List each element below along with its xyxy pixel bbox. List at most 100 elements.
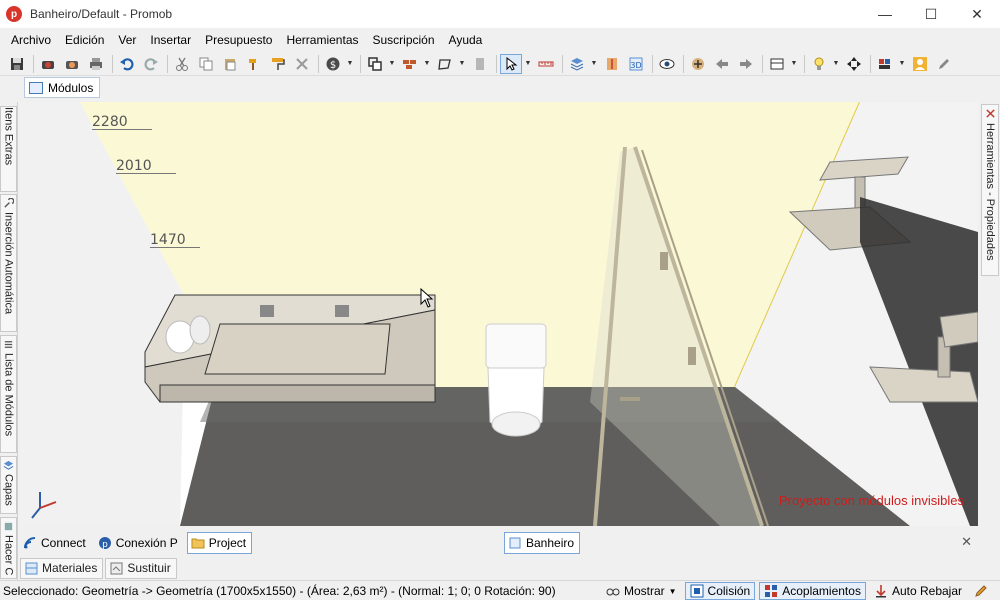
- dimension-label-2010: 2010: [116, 158, 152, 174]
- copy-module-icon[interactable]: [364, 54, 386, 74]
- shape-icon[interactable]: [434, 54, 456, 74]
- view-left-icon[interactable]: [711, 54, 733, 74]
- material-tabs: Materiales Sustituir: [20, 557, 179, 579]
- main-toolbar: $ ▼ ▼ ▼ ▼ ▼ ▼ 3D ▼ ▼ ▼: [0, 52, 1000, 76]
- wall-dropdown-icon[interactable]: ▼: [423, 54, 431, 74]
- paste-icon[interactable]: [219, 54, 241, 74]
- dimension-icon[interactable]: [601, 54, 623, 74]
- svg-text:p: p: [102, 540, 108, 550]
- menu-ver[interactable]: Ver: [111, 33, 143, 47]
- dimension-line: [150, 247, 200, 248]
- maximize-button[interactable]: ☐: [908, 0, 954, 28]
- document-tab-row: Módulos: [0, 77, 1000, 99]
- light-dropdown-icon[interactable]: ▼: [832, 54, 840, 74]
- list-icon: [4, 341, 13, 348]
- glasses-icon: [606, 588, 620, 596]
- tab-conexion-p-label: Conexión P: [115, 536, 178, 550]
- scene-icon: [509, 537, 521, 549]
- menu-presupuesto[interactable]: Presupuesto: [198, 33, 279, 47]
- menu-archivo[interactable]: Archivo: [4, 33, 58, 47]
- edit-icon[interactable]: [933, 54, 955, 74]
- light-icon[interactable]: [808, 54, 830, 74]
- tab-connect[interactable]: Connect: [20, 532, 91, 554]
- menu-ayuda[interactable]: Ayuda: [442, 33, 490, 47]
- colision-toggle[interactable]: Colisión: [684, 582, 756, 600]
- tab-lista-modulos[interactable]: Lista de Módulos: [0, 335, 17, 453]
- copy-module-dropdown-icon[interactable]: ▼: [388, 54, 396, 74]
- 3d-icon[interactable]: 3D: [625, 54, 647, 74]
- layers-icon[interactable]: [566, 54, 588, 74]
- toolbar-separator: [804, 54, 805, 73]
- menu-insertar[interactable]: Insertar: [143, 33, 198, 47]
- delete-icon[interactable]: [291, 54, 313, 74]
- window-title: Banheiro/Default - Promob: [30, 7, 173, 21]
- layers-dropdown-icon[interactable]: ▼: [590, 54, 598, 74]
- render-icon[interactable]: [37, 54, 59, 74]
- print-icon[interactable]: [85, 54, 107, 74]
- menu-herramientas[interactable]: Herramientas: [279, 33, 365, 47]
- tab-project-label: Project: [208, 536, 247, 550]
- menu-edicion[interactable]: Edición: [58, 33, 111, 47]
- render-settings-icon[interactable]: [61, 54, 83, 74]
- view-mode-dropdown-icon[interactable]: ▼: [790, 54, 798, 74]
- close-panel-button[interactable]: ✕: [961, 534, 972, 550]
- cut-icon[interactable]: [171, 54, 193, 74]
- measure-icon[interactable]: [535, 54, 557, 74]
- tab-materiales-label: Materiales: [42, 561, 98, 575]
- toolbar-separator: [360, 54, 361, 73]
- tab-project[interactable]: Project: [186, 532, 253, 554]
- view-right-icon[interactable]: [735, 54, 757, 74]
- tab-hacer-c[interactable]: Hacer C: [0, 517, 17, 579]
- eye-icon[interactable]: [656, 54, 678, 74]
- door-icon[interactable]: [469, 54, 491, 74]
- redo-icon[interactable]: [140, 54, 162, 74]
- select-icon[interactable]: [500, 53, 522, 74]
- tab-capas-label: Capas: [2, 474, 15, 506]
- color-icon[interactable]: [874, 54, 896, 74]
- copy-icon[interactable]: [195, 54, 217, 74]
- toolbar-separator: [562, 54, 563, 73]
- view-mode-icon[interactable]: [766, 54, 788, 74]
- snap-icon[interactable]: [843, 54, 865, 74]
- tab-banheiro[interactable]: Banheiro: [504, 532, 581, 554]
- close-button[interactable]: ✕: [954, 0, 1000, 28]
- tab-connect-label: Connect: [41, 536, 86, 550]
- 3d-viewport[interactable]: 2280 2010 1470 Proyecto con módulos invi…: [20, 102, 978, 526]
- paint-icon[interactable]: [243, 54, 265, 74]
- toolbar-separator: [318, 54, 319, 73]
- budget-dropdown-icon[interactable]: ▼: [346, 54, 354, 74]
- shape-dropdown-icon[interactable]: ▼: [458, 54, 466, 74]
- toolbar-separator: [112, 54, 113, 73]
- selection-status: Seleccionado: Geometría -> Geometría (17…: [3, 583, 556, 598]
- status-bar: Seleccionado: Geometría -> Geometría (17…: [0, 580, 1000, 600]
- toolbar-separator: [683, 54, 684, 73]
- tab-herramientas-propiedades[interactable]: Herramientas - Propiedades: [981, 104, 999, 276]
- undo-icon[interactable]: [116, 54, 138, 74]
- window-controls: — ☐ ✕: [862, 0, 1000, 28]
- color-dropdown-icon[interactable]: ▼: [898, 54, 906, 74]
- tab-modulos[interactable]: Módulos: [24, 77, 101, 98]
- wall-icon[interactable]: [399, 54, 421, 74]
- user-icon[interactable]: [909, 54, 931, 74]
- save-icon[interactable]: [6, 54, 28, 74]
- minimize-button[interactable]: —: [862, 0, 908, 28]
- tab-insercion-automatica[interactable]: Inserción Automática: [0, 194, 17, 332]
- toolbar-separator: [762, 54, 763, 73]
- status-tool-button[interactable]: [970, 582, 996, 600]
- menu-suscripcion[interactable]: Suscripción: [366, 33, 442, 47]
- budget-icon[interactable]: $: [322, 54, 344, 74]
- tab-materiales[interactable]: Materiales: [20, 557, 104, 579]
- select-dropdown-icon[interactable]: ▼: [524, 54, 532, 74]
- paint-roller-icon[interactable]: [267, 54, 289, 74]
- toolbar-separator: [33, 54, 34, 73]
- tab-herramientas-propiedades-label: Herramientas - Propiedades: [984, 123, 996, 261]
- tab-capas[interactable]: Capas: [0, 456, 17, 514]
- mostrar-dropdown[interactable]: Mostrar ▼: [602, 582, 681, 600]
- auto-rebajar-toggle[interactable]: Auto Rebajar: [870, 582, 966, 600]
- tab-itens-extras[interactable]: Itens Extras: [0, 106, 17, 192]
- tab-sustituir[interactable]: Sustituir: [105, 557, 177, 579]
- tab-conexion-p[interactable]: p Conexión P: [95, 532, 183, 554]
- menu-bar: Archivo Edición Ver Insertar Presupuesto…: [0, 30, 1000, 50]
- acoplamientos-toggle[interactable]: Acoplamientos: [759, 582, 866, 600]
- view-move-icon[interactable]: [687, 54, 709, 74]
